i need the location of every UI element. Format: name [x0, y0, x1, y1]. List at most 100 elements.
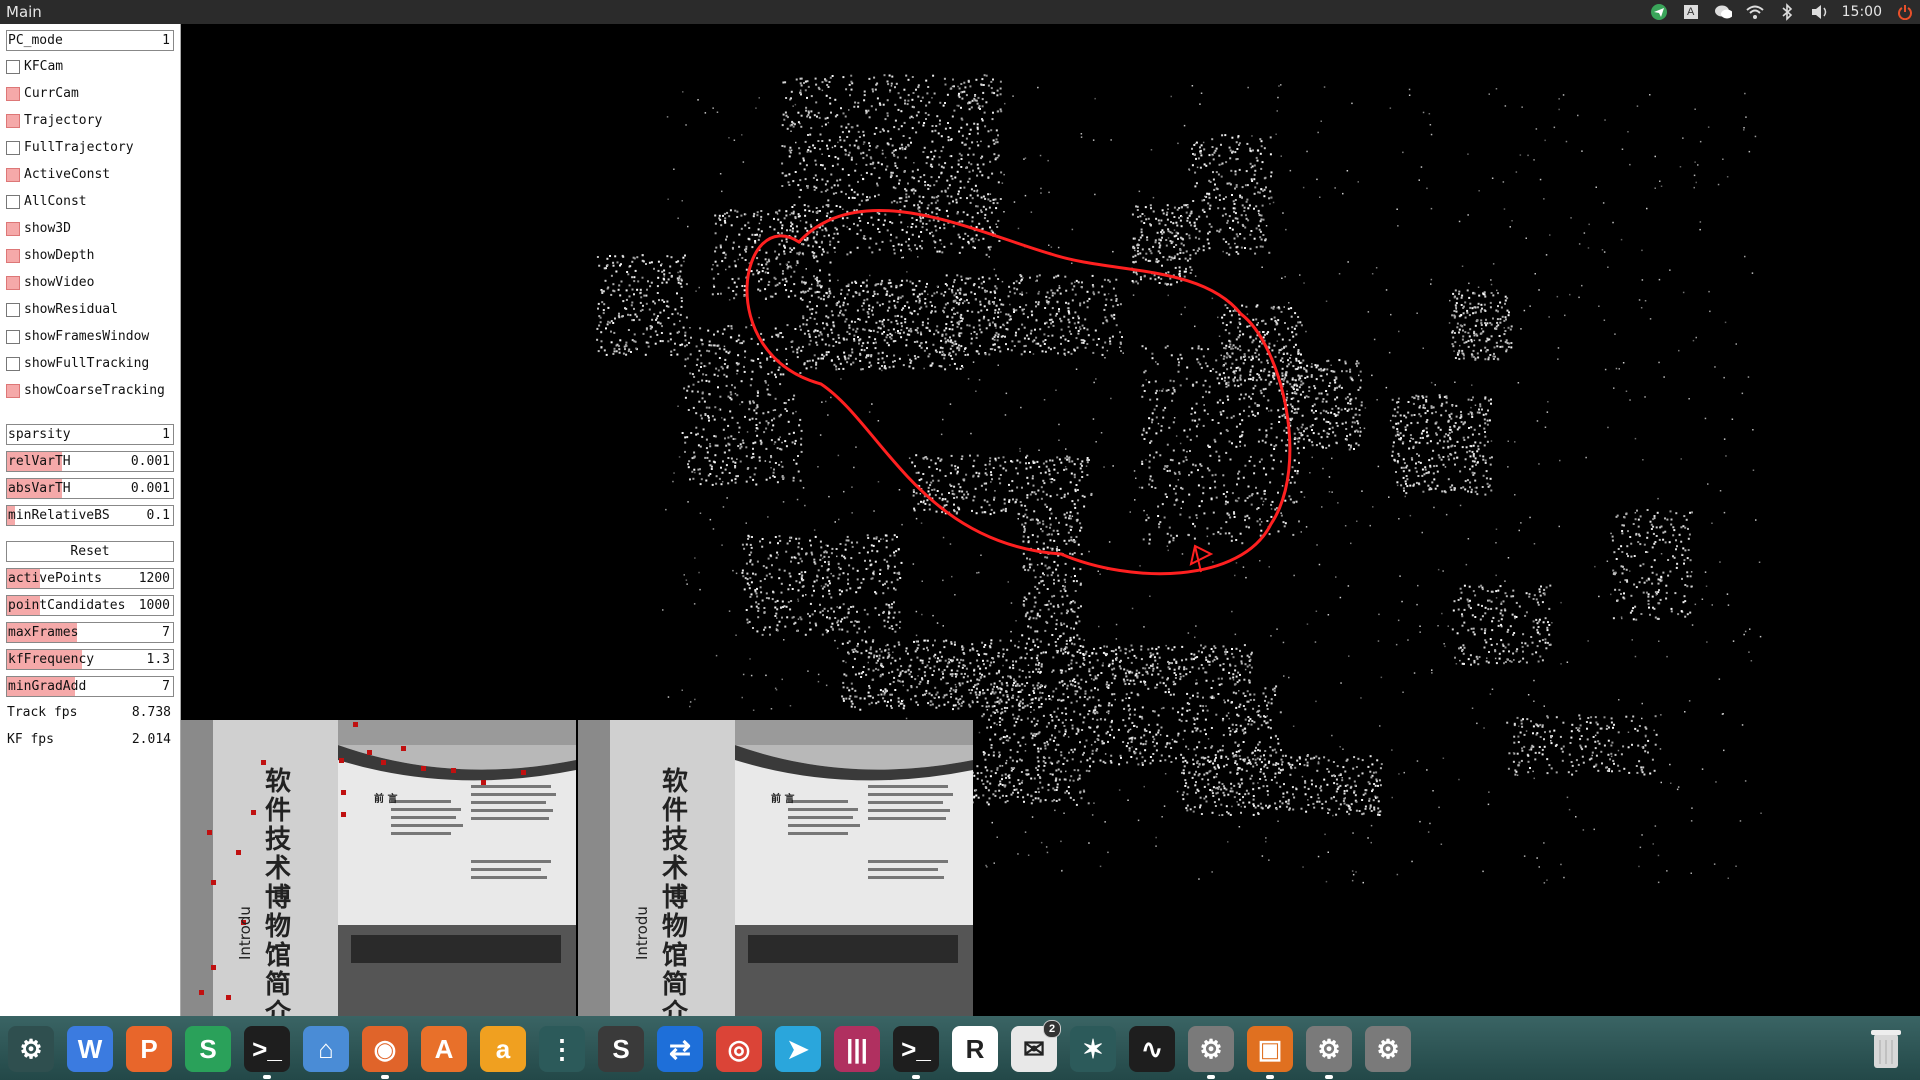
equalizer-icon[interactable]: ⋮: [539, 1026, 585, 1072]
running-indicator: [1325, 1075, 1333, 1079]
checkbox-label: ActiveConst: [24, 167, 111, 182]
pc-mode-value: 1: [162, 33, 170, 48]
checkbox-trajectory[interactable]: [6, 114, 20, 128]
slider-row-minrelativebs[interactable]: minRelativeBS 0.1: [0, 502, 180, 529]
wps-writer-icon[interactable]: W: [67, 1026, 113, 1072]
checkbox-label: showVideo: [24, 275, 95, 290]
slider-mingradadd[interactable]: minGradAdd 7: [6, 676, 174, 697]
checkbox-show3d[interactable]: [6, 222, 20, 236]
settings-gear-1-icon[interactable]: ⚙: [1188, 1026, 1234, 1079]
reset-button[interactable]: Reset: [6, 541, 174, 562]
slider-row-kffrequency[interactable]: kfFrequency 1.3: [0, 646, 180, 673]
checkbox-fulltrajectory[interactable]: [6, 141, 20, 155]
slider-row-relvarth[interactable]: relVarTH 0.001: [0, 448, 180, 475]
checkbox-row-showframeswindow[interactable]: showFramesWindow: [0, 324, 180, 351]
dock-glyph: ⌂: [318, 1033, 334, 1064]
checkbox-activeconst[interactable]: [6, 168, 20, 182]
terminal-2-icon[interactable]: >_: [893, 1026, 939, 1079]
dock-glyph: ⋮: [549, 1033, 575, 1064]
title-char: 介: [661, 999, 688, 1017]
virtualbox-icon[interactable]: ▣: [1247, 1026, 1293, 1079]
files-icon[interactable]: ⌂: [303, 1026, 349, 1072]
frame-left-scene: [181, 720, 576, 1016]
checkbox-row-showfulltracking[interactable]: showFullTracking: [0, 351, 180, 378]
dock-glyph: >_: [901, 1033, 931, 1064]
wps-spreadsheets-icon[interactable]: S: [185, 1026, 231, 1072]
inkscape-icon[interactable]: ✶: [1070, 1026, 1116, 1072]
checkbox-kfcam[interactable]: [6, 60, 20, 74]
checkbox-row-show3d[interactable]: show3D: [0, 216, 180, 243]
mixer-icon[interactable]: |||: [834, 1026, 880, 1072]
power-icon[interactable]: [1896, 3, 1914, 21]
settings-gear-2-icon[interactable]: ⚙: [1306, 1026, 1352, 1079]
slider-value: 7: [162, 625, 170, 640]
slider-row-absvarth[interactable]: absVarTH 0.001: [0, 475, 180, 502]
checkbox-row-showresidual[interactable]: showResidual: [0, 297, 180, 324]
terminal-icon[interactable]: >_: [244, 1026, 290, 1079]
chrome-icon[interactable]: ◎: [716, 1026, 762, 1072]
sparsity-row[interactable]: sparsity 1: [0, 421, 180, 448]
wps-presentation-icon[interactable]: P: [126, 1026, 172, 1072]
volume-icon[interactable]: [1810, 3, 1828, 21]
slider-minrelativebs[interactable]: minRelativeBS 0.1: [6, 505, 174, 526]
pc-mode-field[interactable]: PC_mode 1: [6, 30, 174, 51]
slider-pointcandidates[interactable]: pointCandidates 1000: [6, 595, 174, 616]
slider-row-pointcandidates[interactable]: pointCandidates 1000: [0, 592, 180, 619]
slider-value: 1.3: [146, 652, 170, 667]
slider-kffrequency[interactable]: kfFrequency 1.3: [6, 649, 174, 670]
telegram-tray-icon[interactable]: [1650, 3, 1668, 21]
checkbox-row-activeconst[interactable]: ActiveConst: [0, 162, 180, 189]
slider-row-maxframes[interactable]: maxFrames 7: [0, 619, 180, 646]
checkbox-row-currcam[interactable]: CurrCam: [0, 81, 180, 108]
firefox-icon[interactable]: ◉: [362, 1026, 408, 1079]
title-char: 术: [264, 854, 291, 884]
settings-gear-3-icon[interactable]: ⚙: [1365, 1026, 1411, 1072]
checkbox-allconst[interactable]: [6, 195, 20, 209]
checkbox-row-fulltrajectory[interactable]: FullTrajectory: [0, 135, 180, 162]
slider-row-activepoints[interactable]: activePoints 1200: [0, 565, 180, 592]
slider-activepoints[interactable]: activePoints 1200: [6, 568, 174, 589]
telegram-icon[interactable]: ➤: [775, 1026, 821, 1072]
wifi-icon[interactable]: [1745, 3, 1764, 21]
slider-row-mingradadd[interactable]: minGradAdd 7: [0, 673, 180, 700]
checkbox-showfulltracking[interactable]: [6, 357, 20, 371]
checkbox-row-showcoarsetracking[interactable]: showCoarseTracking: [0, 378, 180, 405]
dock-glyph: R: [965, 1033, 985, 1064]
pc-mode-row[interactable]: PC_mode 1: [0, 27, 180, 54]
checkbox-label: show3D: [24, 221, 71, 236]
checkbox-row-allconst[interactable]: AllConst: [0, 189, 180, 216]
sublime-text-icon[interactable]: S: [598, 1026, 644, 1072]
stat-label: KF fps: [7, 732, 54, 747]
slider-relvarth[interactable]: relVarTH 0.001: [6, 451, 174, 472]
sparsity-field[interactable]: sparsity 1: [6, 424, 174, 445]
clock[interactable]: 15:00: [1842, 4, 1882, 20]
teamviewer-icon[interactable]: ⇄: [657, 1026, 703, 1072]
wechat-tray-icon[interactable]: [1714, 3, 1732, 21]
checkbox-row-showvideo[interactable]: showVideo: [0, 270, 180, 297]
checkbox-label: showFullTracking: [24, 356, 150, 371]
checkbox-currcam[interactable]: [6, 87, 20, 101]
checkbox-showvideo[interactable]: [6, 276, 20, 290]
checkbox-row-showdepth[interactable]: showDepth: [0, 243, 180, 270]
trash-icon[interactable]: [1866, 1024, 1906, 1072]
checkbox-row-trajectory[interactable]: Trajectory: [0, 108, 180, 135]
system-settings-icon[interactable]: ⚙: [8, 1026, 54, 1072]
checkbox-showresidual[interactable]: [6, 303, 20, 317]
checkbox-showcoarsetracking[interactable]: [6, 384, 20, 398]
checkbox-showframeswindow[interactable]: [6, 330, 20, 344]
keyboard-a-icon[interactable]: A: [1682, 3, 1700, 21]
software-center-icon[interactable]: A: [421, 1026, 467, 1072]
stat-row: KF fps 2.014: [0, 727, 180, 754]
slider-absvarth[interactable]: absVarTH 0.001: [6, 478, 174, 499]
slider-value: 0.1: [146, 508, 170, 523]
dock-glyph: W: [77, 1033, 103, 1064]
checkbox-row-kfcam[interactable]: KFCam: [0, 54, 180, 81]
wechat-icon[interactable]: ✉ 2: [1011, 1020, 1061, 1072]
amazon-icon[interactable]: a: [480, 1026, 526, 1072]
system-monitor-icon[interactable]: ∿: [1129, 1026, 1175, 1072]
bluetooth-icon[interactable]: [1778, 3, 1796, 21]
rstudio-icon[interactable]: R: [952, 1026, 998, 1072]
slider-maxframes[interactable]: maxFrames 7: [6, 622, 174, 643]
running-indicator: [1266, 1075, 1274, 1079]
checkbox-showdepth[interactable]: [6, 249, 20, 263]
